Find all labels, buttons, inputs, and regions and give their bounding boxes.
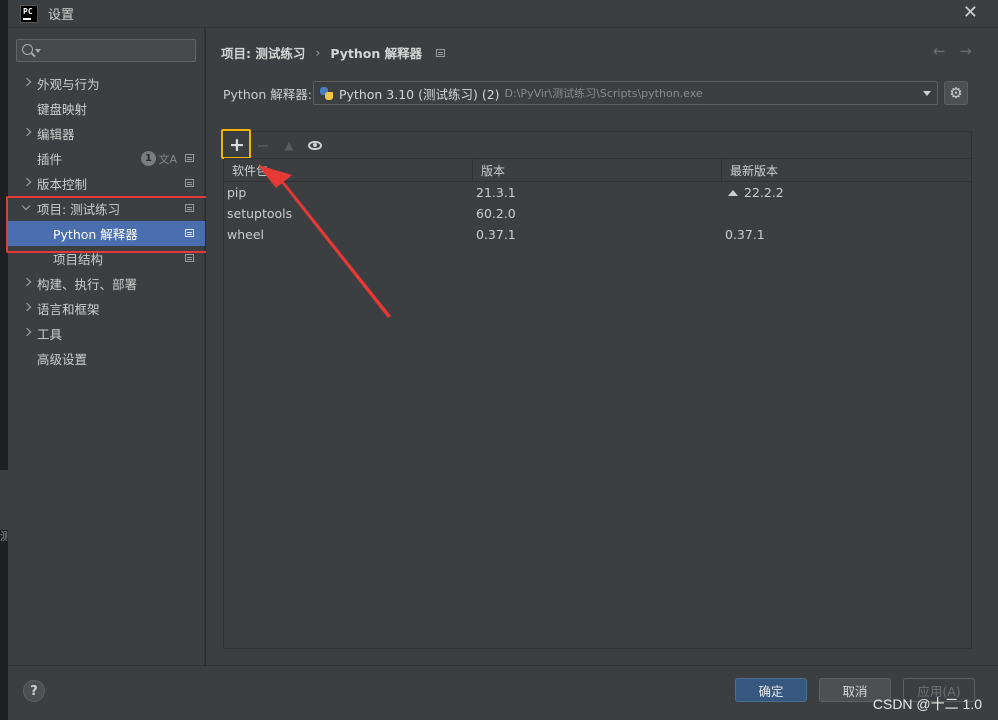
add-package-button[interactable]: + [224,133,250,157]
sidebar-item-appearance[interactable]: 外观与行为 [8,71,205,96]
upgrade-package-button[interactable]: ▲ [276,133,302,157]
close-icon[interactable]: ✕ [963,4,978,22]
sidebar-item-label: 项目: 测试练习 [37,202,121,217]
sidebar-item-build[interactable]: 构建、执行、部署 [8,271,205,296]
project-scope-icon [185,254,194,262]
settings-search[interactable] [16,39,196,62]
sidebar-item-label: 插件 [37,152,63,167]
pycharm-logo-icon: PC [20,4,38,23]
title-bar: PC 设置 ✕ [8,0,998,28]
sidebar-item-label: 高级设置 [37,352,88,367]
python-logo-icon [319,86,334,101]
chevron-right-icon[interactable] [22,328,32,338]
remove-package-button[interactable]: − [250,133,276,157]
forward-arrow-icon[interactable]: → [959,42,972,60]
sidebar-item-plugins[interactable]: 插件 1 文A [8,146,205,171]
column-header-package[interactable]: 软件包 [224,159,473,181]
show-early-releases-button[interactable] [302,133,328,157]
chevron-down-icon[interactable] [923,91,931,96]
chevron-right-icon[interactable] [22,178,32,188]
back-arrow-icon[interactable]: ← [933,42,946,60]
sidebar-item-editor[interactable]: 编辑器 [8,121,205,146]
package-name: wheel [227,227,264,242]
interpreter-row: Python 解释器: Python 3.10 (测试练习) (2) D:\Py… [223,81,938,105]
sidebar-item-tools[interactable]: 工具 [8,321,205,346]
sidebar-item-advanced[interactable]: 高级设置 [8,346,205,371]
latest-version-text: 22.2.2 [744,185,784,200]
package-version: 60.2.0 [476,206,516,221]
chevron-right-icon[interactable] [22,128,32,138]
package-latest: 22.2.2 [722,185,971,200]
package-table: 软件包 版本 最新版本 pip 21.3.1 22.2.2 setuptools… [224,158,971,245]
translate-icon: 文A [158,153,177,166]
project-scope-icon [185,229,194,237]
background-window [0,0,8,720]
package-name: setuptools [227,206,293,221]
background-strip [0,470,8,530]
interpreter-name: Python 3.10 (测试练习) (2) [339,86,500,102]
sidebar-item-label: 外观与行为 [37,77,100,92]
breadcrumb-parent[interactable]: 项目: 测试练习 [221,43,305,62]
project-scope-icon [436,48,446,57]
sidebar-item-label: 键盘映射 [37,102,88,117]
sidebar-item-version-control[interactable]: 版本控制 [8,171,205,196]
settings-tree: 外观与行为 键盘映射 编辑器 插件 1 文A 版本控制 项目: 测试练习 Pyt… [8,71,205,371]
sidebar-item-project-structure[interactable]: 项目结构 [8,246,205,271]
sidebar-item-label: Python 解释器 [53,227,138,242]
sidebar-item-label: 项目结构 [53,252,104,267]
package-version: 21.3.1 [476,185,516,200]
settings-sidebar: 外观与行为 键盘映射 编辑器 插件 1 文A 版本控制 项目: 测试练习 Pyt… [8,28,205,665]
dialog-footer: ? 确定 取消 应用(A) [8,665,998,720]
sidebar-item-label: 版本控制 [37,177,88,192]
settings-search-input[interactable] [41,42,191,59]
breadcrumb-current: Python 解释器 [330,46,423,61]
interpreter-dropdown[interactable]: Python 3.10 (测试练习) (2) D:\PyVir\测试练习\Scr… [313,81,938,105]
eye-icon [308,140,322,150]
package-toolbar: + − ▲ [221,129,971,159]
search-icon [22,44,33,55]
sidebar-item-project[interactable]: 项目: 测试练习 [8,196,205,221]
chevron-down-icon[interactable] [22,203,32,213]
history-navigation: ← → [933,42,972,60]
interpreter-label: Python 解释器: [223,86,313,102]
upgrade-available-icon [728,189,738,196]
interpreter-path: D:\PyVir\测试练习\Scripts\python.exe [504,87,703,100]
sidebar-item-languages[interactable]: 语言和框架 [8,296,205,321]
package-version: 0.37.1 [476,227,516,242]
table-header: 软件包 版本 最新版本 [224,158,971,182]
sidebar-item-label: 编辑器 [37,127,75,142]
column-header-version[interactable]: 版本 [473,159,722,181]
sidebar-item-label: 语言和框架 [37,302,100,317]
window-title: 设置 [48,8,75,23]
table-row[interactable]: wheel 0.37.1 0.37.1 [224,224,971,245]
breadcrumb-separator: › [315,45,321,60]
package-panel: + − ▲ 软件包 版本 最新版本 pip 21.3.1 22.2.2 setu… [221,129,972,649]
table-row[interactable]: pip 21.3.1 22.2.2 [224,182,971,203]
update-count-badge: 1 [141,151,156,166]
chevron-right-icon[interactable] [22,303,32,313]
breadcrumb: 项目: 测试练习 › Python 解释器 [221,43,446,62]
sidebar-item-label: 工具 [37,327,63,342]
gear-icon[interactable]: ⚙ [944,81,968,105]
project-scope-icon [185,204,194,212]
sidebar-item-keymap[interactable]: 键盘映射 [8,96,205,121]
ok-button[interactable]: 确定 [735,678,807,702]
table-row[interactable]: setuptools 60.2.0 [224,203,971,224]
column-header-latest[interactable]: 最新版本 [722,159,971,181]
package-name: pip [227,185,247,200]
help-button[interactable]: ? [23,680,45,702]
sidebar-item-python-interpreter[interactable]: Python 解释器 [8,221,205,246]
package-latest: 0.37.1 [725,227,765,242]
chevron-right-icon[interactable] [22,78,32,88]
chevron-right-icon[interactable] [22,278,32,288]
project-scope-icon [185,179,194,187]
watermark: CSDN @十二 1.0 [872,696,982,712]
sidebar-item-label: 构建、执行、部署 [37,277,138,292]
project-scope-icon [185,154,194,162]
settings-content: 项目: 测试练习 › Python 解释器 ← → Python 解释器: Py… [206,28,998,665]
